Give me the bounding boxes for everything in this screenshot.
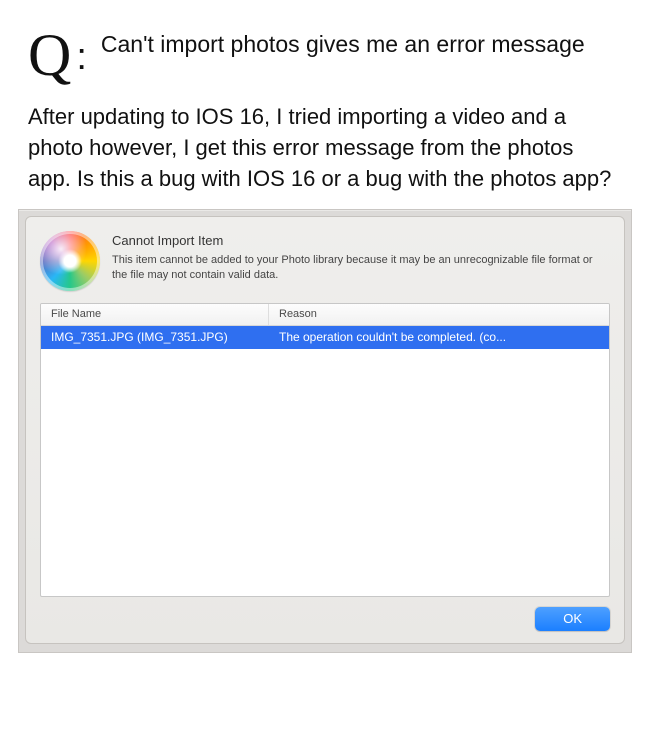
dialog-title: Cannot Import Item — [112, 233, 610, 248]
column-file-name[interactable]: File Name — [41, 304, 269, 325]
question-title: Can't import photos gives me an error me… — [101, 28, 585, 60]
table-body: IMG_7351.JPG (IMG_7351.JPG) The operatio… — [41, 326, 609, 596]
dialog-description: This item cannot be added to your Photo … — [112, 253, 610, 283]
question-glyph: Q — [28, 30, 70, 81]
dialog-screenshot: Cannot Import Item This item cannot be a… — [18, 209, 632, 653]
table-header: File Name Reason — [41, 304, 609, 326]
error-table: File Name Reason IMG_7351.JPG (IMG_7351.… — [40, 303, 610, 597]
ok-button[interactable]: OK — [535, 607, 610, 631]
photos-app-icon — [40, 231, 100, 291]
cell-file-name: IMG_7351.JPG (IMG_7351.JPG) — [41, 326, 269, 349]
dialog-window: Cannot Import Item This item cannot be a… — [25, 216, 625, 644]
question-header: Q : Can't import photos gives me an erro… — [28, 28, 622, 79]
table-row[interactable]: IMG_7351.JPG (IMG_7351.JPG) The operatio… — [41, 326, 609, 349]
cell-reason: The operation couldn't be completed. (co… — [269, 326, 609, 349]
column-reason[interactable]: Reason — [269, 304, 609, 325]
question-body: After updating to IOS 16, I tried import… — [28, 101, 622, 195]
question-colon: : — [76, 40, 87, 74]
